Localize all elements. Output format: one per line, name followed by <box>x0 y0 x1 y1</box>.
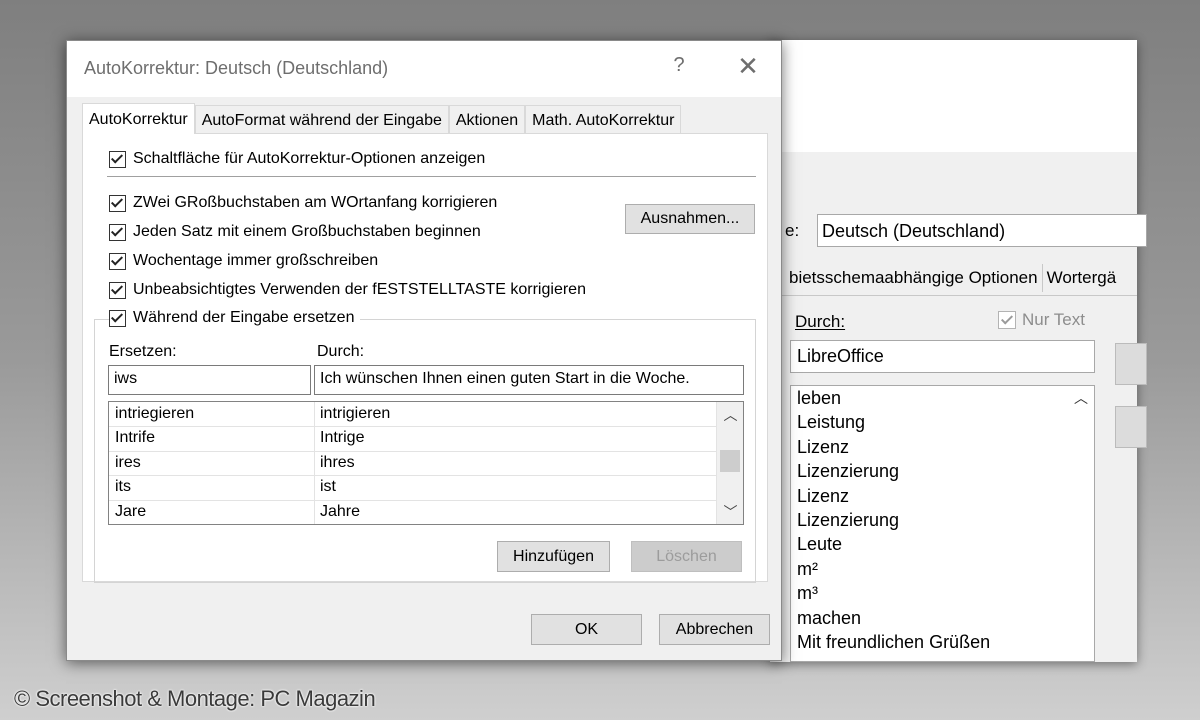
chevron-down-icon[interactable]: ﹀ <box>717 502 743 522</box>
table-cell-replace: its <box>115 478 131 496</box>
checkbox-checked-icon[interactable] <box>109 194 126 212</box>
separator <box>107 176 756 177</box>
replace-while-typing-label: Während der Eingabe ersetzen <box>133 309 355 326</box>
list-item[interactable]: Lizenz <box>791 484 1094 508</box>
dialog-title: AutoKorrektur: Deutsch (Deutschland) <box>84 58 389 78</box>
with-label: Durch: <box>795 312 846 331</box>
tab-divider <box>770 295 1137 296</box>
table-row[interactable]: its ist <box>109 475 716 501</box>
tab-bar: AutoKorrektur AutoFormat während der Ein… <box>82 103 682 134</box>
text-only-label: Nur Text <box>1022 310 1085 329</box>
capitalize-weekdays-checkbox[interactable]: Wochentage immer großschreiben <box>109 252 378 270</box>
replace-while-typing-checkbox[interactable]: Während der Eingabe ersetzen <box>109 309 361 327</box>
tab-autoformat[interactable]: AutoFormat während der Eingabe <box>194 105 449 133</box>
list-item[interactable]: Leute <box>791 532 1094 556</box>
cancel-button[interactable]: Abbrechen <box>659 614 770 645</box>
capitalize-sentence-checkbox[interactable]: Jeden Satz mit einem Großbuchstaben begi… <box>109 223 481 241</box>
option-label: Unbeabsichtigtes Verwenden der fESTSTELL… <box>133 281 586 298</box>
table-cell-with: Intrige <box>320 429 365 447</box>
language-select[interactable]: Deutsch (Deutschland) <box>817 214 1147 247</box>
replacement-table[interactable]: intriegieren intrigieren Intrife Intrige… <box>108 401 744 525</box>
add-button[interactable]: Hinzufügen <box>497 541 610 572</box>
list-item[interactable]: Lizenzierung <box>791 459 1094 483</box>
table-cell-with: Jahre <box>320 502 361 520</box>
ok-button[interactable]: OK <box>531 614 642 645</box>
table-row[interactable]: ires ihres <box>109 451 716 477</box>
replacement-list[interactable]: ︿ leben Leistung Lizenz Lizenzierung Liz… <box>790 385 1095 662</box>
close-icon[interactable]: ✕ <box>733 51 763 82</box>
libreoffice-autocorrect-window: e: Deutsch (Deutschland) bietsschemaabhä… <box>770 40 1147 662</box>
table-cell-replace: Jare <box>115 502 147 520</box>
table-cell-with: intrigieren <box>320 405 391 422</box>
list-item[interactable]: Mit freundlichen Grüßen <box>791 630 1094 654</box>
list-item[interactable]: machen <box>791 606 1094 630</box>
option-label: Jeden Satz mit einem Großbuchstaben begi… <box>133 223 481 240</box>
chevron-up-icon[interactable]: ︿ <box>717 405 743 425</box>
exceptions-button[interactable]: Ausnahmen... <box>625 204 755 234</box>
back-window-header <box>770 40 1137 153</box>
table-cell-replace: Intrife <box>115 429 156 447</box>
with-input-main[interactable]: Ich wünschen Ihnen einen guten Start in … <box>314 365 744 395</box>
option-label: ZWei GRoßbuchstaben am WOrtanfang korrig… <box>133 194 498 211</box>
tab-word-completion[interactable]: Wortergä <box>1043 264 1121 292</box>
checkbox-checked-icon[interactable] <box>109 309 126 327</box>
checkbox-checked-icon[interactable] <box>109 223 126 241</box>
table-row[interactable]: Jare Jahre <box>109 500 716 524</box>
option-label: Wochentage immer großschreiben <box>133 252 379 269</box>
show-options-label: Schaltfläche für AutoKorrektur-Optionen … <box>133 150 486 167</box>
scrollbar-thumb[interactable] <box>720 450 740 472</box>
table-row[interactable]: Intrife Intrige <box>109 426 716 452</box>
checkbox-icon <box>998 311 1016 329</box>
table-row[interactable]: intriegieren intrigieren <box>109 402 716 428</box>
checkbox-checked-icon[interactable] <box>109 281 126 299</box>
with-label-main: Durch: <box>317 343 365 360</box>
list-item[interactable]: m³ <box>791 581 1094 605</box>
tab-autocorrect[interactable]: AutoKorrektur <box>82 103 195 134</box>
table-scrollbar[interactable]: ︿ ﹀ <box>716 402 743 524</box>
tab-actions[interactable]: Aktionen <box>448 105 526 133</box>
checkbox-checked-icon[interactable] <box>109 252 126 270</box>
table-cell-with: ihres <box>320 453 355 471</box>
delete-button: Löschen <box>631 541 742 572</box>
replace-input[interactable]: iws <box>108 365 311 395</box>
tab-math-autocorrect[interactable]: Math. AutoKorrektur <box>525 105 682 133</box>
list-item[interactable]: leben <box>791 386 1094 410</box>
replace-label: Ersetzen: <box>109 343 177 360</box>
copyright-watermark: © Screenshot & Montage: PC Magazin <box>14 686 376 711</box>
language-label: e: <box>785 221 800 240</box>
two-initial-caps-checkbox[interactable]: ZWei GRoßbuchstaben am WOrtanfang korrig… <box>109 194 497 212</box>
caps-lock-checkbox[interactable]: Unbeabsichtigtes Verwenden der fESTSTELL… <box>109 281 586 299</box>
tab-locale-options[interactable]: bietsschemaabhängige Optionen <box>785 264 1043 292</box>
list-item[interactable]: Lizenz <box>791 435 1094 459</box>
text-only-checkbox: Nur Text <box>998 310 1085 330</box>
list-item[interactable]: Lizenzierung <box>791 508 1094 532</box>
delete-button-back[interactable] <box>1115 406 1147 448</box>
table-cell-with: ist <box>320 478 336 496</box>
chevron-up-icon[interactable]: ︿ <box>1074 388 1088 408</box>
help-icon[interactable]: ? <box>667 54 691 77</box>
list-item[interactable]: Leistung <box>791 410 1094 434</box>
back-tab-bar: bietsschemaabhängige Optionen Wortergä <box>785 264 1120 294</box>
new-button[interactable] <box>1115 343 1147 385</box>
table-cell-replace: ires <box>115 453 141 471</box>
table-cell-replace: intriegieren <box>115 405 195 422</box>
list-item[interactable]: m² <box>791 557 1094 581</box>
show-options-checkbox[interactable]: Schaltfläche für AutoKorrektur-Optionen … <box>109 150 485 168</box>
with-input[interactable]: LibreOffice <box>790 340 1095 373</box>
checkbox-checked-icon[interactable] <box>109 150 126 168</box>
autocorrect-dialog: AutoKorrektur: Deutsch (Deutschland) ? ✕… <box>66 40 782 661</box>
